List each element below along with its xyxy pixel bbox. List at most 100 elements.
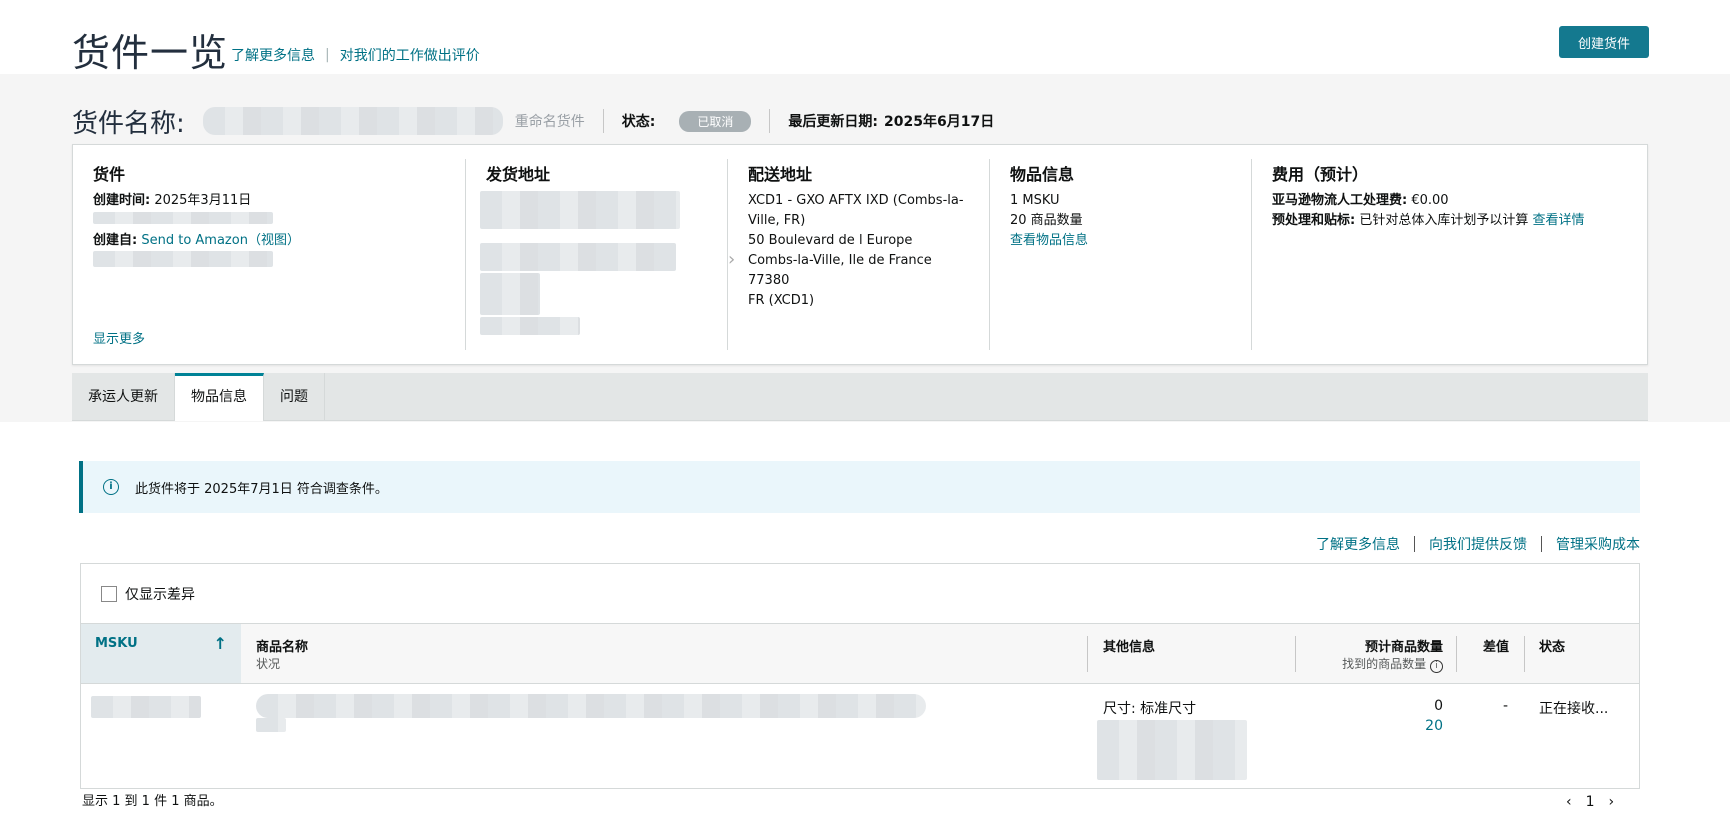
redacted-product-name (256, 694, 926, 718)
fees-title: 费用（预计） (1272, 165, 1369, 184)
ship-to-line: Ville, FR) (748, 213, 806, 228)
ship-from-column: 发货地址 (465, 159, 727, 350)
redacted-text (93, 251, 273, 267)
show-diff-label: 仅显示差异 (125, 586, 195, 603)
shipment-name-row: 货件名称: 重命名货件 状态: 已取消 最后更新日期: 2025年6月17日 (72, 104, 995, 139)
alert-text: 此货件将于 2025年7月1日 符合调查条件。 (135, 481, 388, 497)
redacted-address (480, 243, 676, 271)
prep-fee-label: 预处理和贴标: (1272, 213, 1356, 228)
column-divider (1456, 636, 1457, 672)
found-qty-label: 找到的商品数量 i (1342, 655, 1443, 673)
column-divider (1524, 636, 1525, 672)
ship-to-line: Combs-la-Ville, Ile de France (748, 253, 932, 268)
column-divider (1295, 636, 1296, 672)
manual-fee-label: 亚马逊物流人工处理费: (1272, 193, 1408, 208)
msku-header[interactable]: MSKU ↑ (81, 624, 241, 683)
items-title: 物品信息 (1010, 165, 1075, 184)
size-info: 尺寸: 标准尺寸 (1103, 701, 1197, 717)
msku-header-label: MSKU (95, 636, 138, 651)
info-alert: i 此货件将于 2025年7月1日 符合调查条件。 (79, 461, 1640, 513)
status-label: 状态: (621, 114, 656, 130)
filter-row: 仅显示差异 (81, 564, 1639, 624)
item-quantity: 20 商品数量 (1010, 213, 1083, 228)
current-page[interactable]: 1 (1586, 794, 1595, 810)
link-separator: | (325, 47, 330, 63)
divider (1541, 536, 1542, 552)
tab-bar: 承运人更新 物品信息 问题 (72, 373, 1648, 421)
shipment-info-card: 货件 创建时间: 2025年3月11日 创建自: Send to Amazon（… (72, 144, 1648, 365)
results-summary: 显示 1 到 1 件 1 商品。 (82, 794, 223, 809)
ship-from-title: 发货地址 (486, 165, 551, 184)
shipment-name-label: 货件名称: (72, 108, 185, 139)
ship-to-line: XCD1 - GXO AFTX IXD (Combs-la- (748, 193, 964, 208)
sort-up-icon[interactable]: ↑ (214, 634, 227, 653)
manage-cost-link[interactable]: 管理采购成本 (1556, 534, 1640, 554)
view-items-link[interactable]: 查看物品信息 (1010, 231, 1251, 251)
view-details-link[interactable]: 查看详情 (1533, 213, 1585, 228)
rename-shipment-link[interactable]: 重命名货件 (515, 111, 585, 131)
shipment-name-redacted (202, 107, 503, 135)
header-links: 了解更多信息 | 对我们的工作做出评价 (231, 45, 480, 65)
create-shipment-button[interactable]: 创建货件 (1559, 26, 1649, 58)
items-table: 仅显示差异 MSKU ↑ 商品名称 状况 其他信息 预计商品数量 找到的商品数量… (80, 563, 1640, 789)
redacted-other-info (1097, 720, 1247, 780)
give-feedback-link[interactable]: 向我们提供反馈 (1429, 534, 1527, 554)
status-header: 状态 (1539, 640, 1566, 655)
shipment-column: 货件 创建时间: 2025年3月11日 创建自: Send to Amazon（… (73, 159, 465, 350)
ship-to-line: 77380 (748, 273, 790, 288)
divider (769, 109, 771, 133)
redacted-msku (91, 696, 201, 718)
redacted-address (480, 273, 540, 315)
last-updated-value: 2025年6月17日 (884, 114, 995, 130)
fees-column: 费用（预计） 亚马逊物流人工处理费: €0.00 预处理和贴标: 已针对总体入库… (1251, 159, 1647, 350)
tab-problems[interactable]: 问题 (264, 373, 325, 421)
last-updated-label: 最后更新日期: (788, 114, 878, 130)
learn-more-link[interactable]: 了解更多信息 (1316, 534, 1400, 554)
show-more-link[interactable]: 显示更多 (93, 330, 145, 350)
redacted-address (480, 191, 680, 229)
table-row: 尺寸: 标准尺寸 0 20 - 正在接收... (81, 684, 1639, 788)
ship-to-line: FR (XCD1) (748, 293, 815, 308)
chevron-right-icon: › (728, 249, 736, 270)
show-diff-checkbox[interactable] (101, 585, 117, 602)
shipment-title: 货件 (93, 165, 126, 184)
redacted-condition (256, 718, 286, 732)
found-qty-link[interactable]: 20 (1425, 718, 1443, 734)
redacted-text (93, 212, 273, 224)
created-by-link[interactable]: Send to Amazon（视图） (141, 233, 300, 248)
other-info-header: 其他信息 (1103, 640, 1156, 655)
divider (80, 788, 1640, 789)
ship-to-title: 配送地址 (748, 165, 813, 184)
difference-header: 差值 (1483, 640, 1510, 655)
pagination: ‹ 1 › (1566, 794, 1614, 810)
divider (1414, 536, 1415, 552)
msku-count: 1 MSKU (1010, 193, 1060, 208)
difference-value: - (1503, 698, 1509, 714)
info-icon[interactable]: i (1430, 660, 1443, 673)
ship-to-column: › 配送地址 XCD1 - GXO AFTX IXD (Combs-la- Vi… (727, 159, 989, 350)
created-value: 2025年3月11日 (154, 193, 252, 208)
row-status: 正在接收... (1539, 701, 1609, 717)
expected-qty: 0 (1434, 698, 1443, 714)
quantity-header: 预计商品数量 找到的商品数量 i (1342, 636, 1443, 673)
learn-more-link[interactable]: 了解更多信息 (231, 45, 315, 65)
expected-qty-label: 预计商品数量 (1364, 640, 1443, 655)
created-label: 创建时间: (93, 193, 151, 208)
info-icon: i (103, 479, 119, 495)
divider (602, 109, 604, 133)
feedback-link[interactable]: 对我们的工作做出评价 (340, 45, 480, 65)
condition-label: 状况 (256, 657, 281, 671)
created-by-label: 创建自: (93, 233, 138, 248)
tab-carrier-updates[interactable]: 承运人更新 (72, 373, 175, 421)
tab-item-info[interactable]: 物品信息 (175, 373, 264, 421)
items-column: 物品信息 1 MSKU 20 商品数量 查看物品信息 (989, 159, 1251, 350)
chevron-right-icon[interactable]: › (1609, 794, 1615, 810)
table-header: MSKU ↑ 商品名称 状况 其他信息 预计商品数量 找到的商品数量 i 差值 … (81, 624, 1639, 684)
chevron-left-icon[interactable]: ‹ (1566, 794, 1572, 810)
product-name-label: 商品名称 (256, 640, 309, 655)
table-links: 了解更多信息 向我们提供反馈 管理采购成本 (1316, 534, 1640, 554)
page-title: 货件一览 (72, 31, 229, 75)
product-name-header: 商品名称 状况 (256, 636, 308, 672)
manual-fee-value: €0.00 (1411, 193, 1449, 208)
ship-to-line: 50 Boulevard de l Europe (748, 233, 913, 248)
